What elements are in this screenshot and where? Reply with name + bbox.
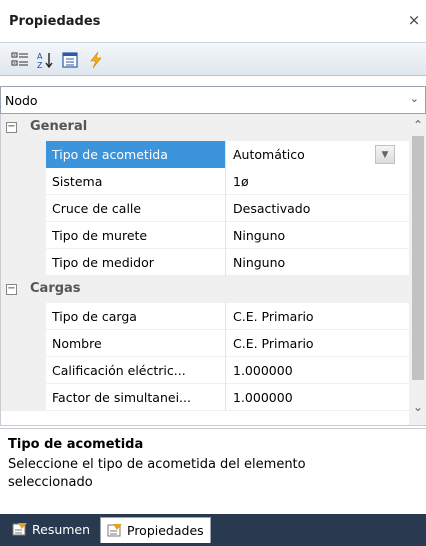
property-value[interactable]: 1ø bbox=[227, 168, 409, 195]
category-label: General bbox=[30, 119, 88, 134]
property-row[interactable]: Factor de simultanei... 1.000000 bbox=[1, 384, 409, 411]
object-selector-value: Nodo bbox=[5, 93, 38, 108]
svg-text:A: A bbox=[37, 52, 43, 61]
description-title: Tipo de acometida bbox=[8, 437, 144, 452]
property-row[interactable]: Nombre C.E. Primario bbox=[1, 330, 409, 357]
value-dropdown-icon[interactable]: ▼ bbox=[375, 145, 395, 164]
summary-icon bbox=[12, 523, 27, 536]
category-label: Cargas bbox=[30, 281, 81, 296]
events-lightning-icon[interactable] bbox=[87, 51, 105, 69]
property-name[interactable]: Tipo de medidor bbox=[46, 249, 226, 276]
row-gutter bbox=[1, 249, 46, 276]
chevron-down-icon[interactable]: ⌄ bbox=[410, 92, 419, 105]
property-name[interactable]: Tipo de carga bbox=[46, 303, 226, 330]
panel-title-bar: Propiedades × bbox=[0, 0, 426, 42]
tab-propiedades[interactable]: Propiedades bbox=[100, 517, 211, 543]
tab-bar: Resumen Propiedades bbox=[0, 514, 426, 546]
property-value[interactable]: Ninguno bbox=[227, 249, 409, 276]
property-value[interactable]: Ninguno bbox=[227, 222, 409, 249]
row-gutter bbox=[1, 222, 46, 249]
scrollbar-thumb[interactable] bbox=[412, 136, 424, 380]
tab-resumen[interactable]: Resumen bbox=[6, 517, 96, 543]
description-text: Seleccione el tipo de acometida del elem… bbox=[8, 457, 306, 490]
row-gutter bbox=[1, 303, 46, 330]
property-row[interactable]: Tipo de murete Ninguno bbox=[1, 222, 409, 249]
tab-label: Resumen bbox=[32, 522, 91, 537]
property-pages-icon[interactable] bbox=[61, 51, 79, 69]
panel-title: Propiedades bbox=[9, 14, 101, 29]
vertical-scrollbar[interactable]: ⌃ ⌄ bbox=[409, 114, 426, 425]
object-selector[interactable]: Nodo ⌄ bbox=[0, 86, 426, 114]
svg-text:Z: Z bbox=[37, 61, 43, 69]
collapse-icon[interactable]: − bbox=[6, 122, 17, 133]
property-name[interactable]: Nombre bbox=[46, 330, 226, 357]
collapse-icon[interactable]: − bbox=[6, 284, 17, 295]
property-name[interactable]: Factor de simultanei... bbox=[46, 384, 226, 411]
property-value[interactable]: C.E. Primario bbox=[227, 303, 409, 330]
property-value[interactable]: 1.000000 bbox=[227, 357, 409, 384]
description-pane: Tipo de acometida Seleccione el tipo de … bbox=[0, 428, 426, 514]
property-row[interactable]: Tipo de medidor Ninguno bbox=[1, 249, 409, 276]
toolbar: A Z bbox=[0, 42, 426, 76]
property-row[interactable]: Calificación eléctric... 1.000000 bbox=[1, 357, 409, 384]
property-row[interactable]: Tipo de carga C.E. Primario bbox=[1, 303, 409, 330]
scroll-up-icon[interactable]: ⌃ bbox=[413, 118, 423, 132]
property-value[interactable]: C.E. Primario bbox=[227, 330, 409, 357]
property-name[interactable]: Tipo de acometida bbox=[46, 141, 226, 168]
close-icon[interactable]: × bbox=[406, 12, 422, 28]
categorized-view-icon[interactable] bbox=[11, 51, 29, 69]
row-gutter bbox=[1, 384, 46, 411]
property-row[interactable]: Tipo de acometida Automático ▼ bbox=[1, 141, 409, 168]
row-gutter bbox=[1, 141, 46, 168]
property-name[interactable]: Sistema bbox=[46, 168, 226, 195]
property-value[interactable]: Desactivado bbox=[227, 195, 409, 222]
category-general[interactable]: − General bbox=[1, 114, 409, 141]
property-name[interactable]: Tipo de murete bbox=[46, 222, 226, 249]
property-row[interactable]: Sistema 1ø bbox=[1, 168, 409, 195]
property-grid: − General Tipo de acometida Automático ▼… bbox=[0, 114, 426, 426]
alphabetical-sort-icon[interactable]: A Z bbox=[36, 51, 54, 69]
tab-label: Propiedades bbox=[127, 523, 204, 538]
category-cargas[interactable]: − Cargas bbox=[1, 276, 409, 303]
row-gutter bbox=[1, 330, 46, 357]
properties-icon bbox=[107, 524, 122, 537]
property-name[interactable]: Cruce de calle bbox=[46, 195, 226, 222]
row-gutter bbox=[1, 168, 46, 195]
row-gutter bbox=[1, 357, 46, 384]
property-name[interactable]: Calificación eléctric... bbox=[46, 357, 226, 384]
property-value[interactable]: 1.000000 bbox=[227, 384, 409, 411]
row-gutter bbox=[1, 195, 46, 222]
scroll-down-icon[interactable]: ⌄ bbox=[413, 400, 423, 414]
property-row[interactable]: Cruce de calle Desactivado bbox=[1, 195, 409, 222]
